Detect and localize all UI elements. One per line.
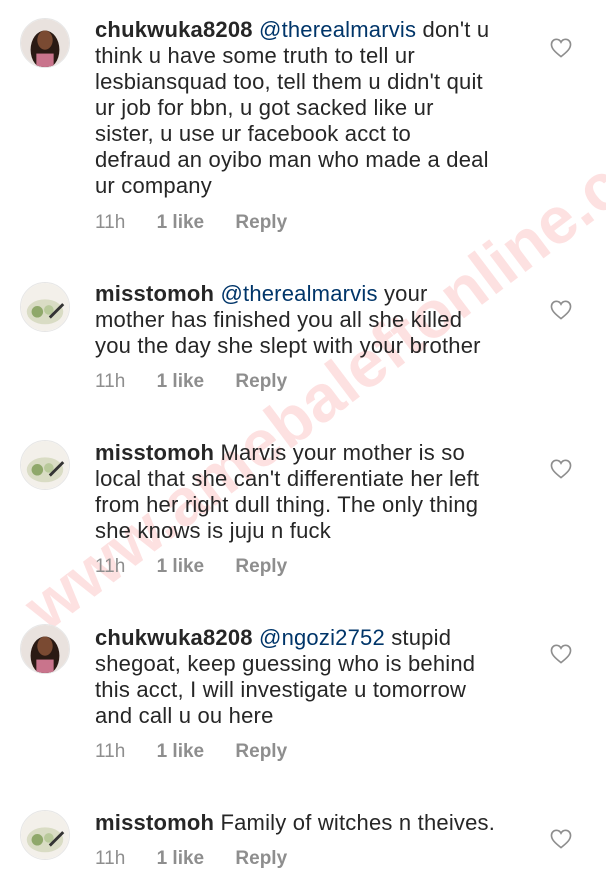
timestamp: 11h <box>95 556 126 577</box>
username-link[interactable]: chukwuka8208 <box>95 17 253 42</box>
likes-count[interactable]: 1 like <box>157 741 205 762</box>
heart-outline-icon[interactable] <box>550 38 572 58</box>
mention-link[interactable]: @ngozi2752 <box>259 625 385 650</box>
timestamp: 11h <box>95 212 126 233</box>
comment-meta: 11h 1 like Reply <box>95 848 313 870</box>
comment-text: chukwuka8208 @therealmarvis don't u thin… <box>95 17 490 198</box>
timestamp: 11h <box>95 848 126 869</box>
avatar[interactable] <box>20 282 70 332</box>
heart-outline-icon[interactable] <box>550 300 572 320</box>
comment-meta: 11h 1 like Reply <box>95 556 313 578</box>
reply-button[interactable]: Reply <box>235 556 287 577</box>
avatar[interactable] <box>20 440 70 490</box>
heart-outline-icon[interactable] <box>550 644 572 664</box>
username-link[interactable]: misstomoh <box>95 281 214 306</box>
reply-button[interactable]: Reply <box>235 848 287 869</box>
reply-button[interactable]: Reply <box>235 371 287 392</box>
username-link[interactable]: misstomoh <box>95 810 214 835</box>
comment-meta: 11h 1 like Reply <box>95 212 313 234</box>
likes-count[interactable]: 1 like <box>157 848 205 869</box>
username-link[interactable]: misstomoh <box>95 440 214 465</box>
reply-button[interactable]: Reply <box>235 741 287 762</box>
avatar[interactable] <box>20 18 70 68</box>
reply-button[interactable]: Reply <box>235 212 287 233</box>
comment-text: misstomoh Marvis your mother is so local… <box>95 440 480 543</box>
heart-outline-icon[interactable] <box>550 459 572 479</box>
mention-link[interactable]: @therealmarvis <box>220 281 377 306</box>
mention-link[interactable]: @therealmarvis <box>259 17 416 42</box>
likes-count[interactable]: 1 like <box>157 371 205 392</box>
comment-text: misstomoh @therealmarvis your mother has… <box>95 281 481 358</box>
likes-count[interactable]: 1 like <box>157 556 205 577</box>
username-link[interactable]: chukwuka8208 <box>95 625 253 650</box>
likes-count[interactable]: 1 like <box>157 212 205 233</box>
comment-text: misstomoh Family of witches n theives. <box>95 810 496 835</box>
comment-meta: 11h 1 like Reply <box>95 741 313 763</box>
timestamp: 11h <box>95 371 126 392</box>
comment-text: chukwuka8208 @ngozi2752 stupid shegoat, … <box>95 625 476 728</box>
heart-outline-icon[interactable] <box>550 829 572 849</box>
comment-meta: 11h 1 like Reply <box>95 371 313 393</box>
avatar[interactable] <box>20 624 70 674</box>
timestamp: 11h <box>95 741 126 762</box>
avatar[interactable] <box>20 810 70 860</box>
